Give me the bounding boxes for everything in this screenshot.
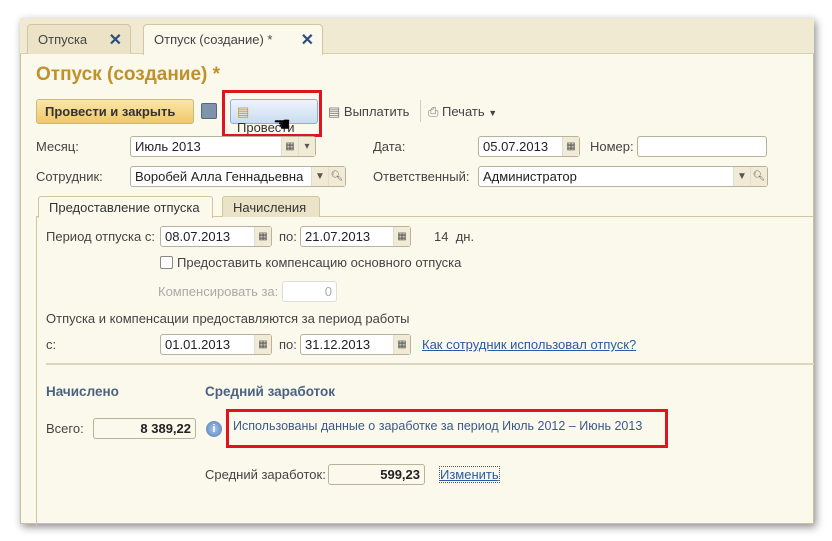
chevron-down-icon: ▼	[488, 108, 498, 118]
page-title: Отпуск (создание) *	[36, 64, 221, 85]
compensate-label: Компенсировать за:	[158, 284, 279, 299]
calendar-icon[interactable]: ▦	[562, 137, 579, 156]
change-average-link[interactable]: Изменить	[439, 466, 500, 483]
calendar-icon[interactable]: ▦	[254, 335, 271, 354]
work-from-label: с:	[46, 337, 57, 352]
search-icon[interactable]: 🔍︎	[328, 167, 345, 186]
leave-usage-link[interactable]: Как сотрудник использовал отпуск?	[422, 337, 636, 352]
calendar-icon[interactable]: ▦	[281, 137, 298, 156]
panel-border	[36, 216, 37, 526]
accrued-heading: Начислено	[46, 384, 119, 399]
tab-label: Отпуска	[38, 32, 88, 47]
print-button[interactable]: ⎙ Печать ▼	[428, 104, 497, 120]
printer-icon: ⎙	[428, 104, 439, 119]
pay-icon: ▤	[328, 104, 341, 119]
number-label: Номер:	[590, 139, 634, 154]
highlight-box	[226, 409, 668, 448]
print-label: Печать	[442, 104, 485, 119]
calendar-icon[interactable]: ▦	[393, 335, 410, 354]
total-label: Всего:	[46, 421, 84, 436]
search-icon[interactable]: 🔍︎	[750, 167, 767, 186]
info-icon: i	[206, 421, 222, 437]
average-field: 599,23	[328, 464, 425, 485]
month-label: Месяц:	[36, 139, 79, 154]
compensate-field[interactable]: 0	[282, 281, 337, 302]
chevron-down-icon[interactable]: ▼	[311, 167, 328, 186]
average-heading: Средний заработок	[205, 384, 336, 399]
toolbar-divider	[420, 100, 421, 122]
date-value: 05.07.2013	[483, 139, 549, 154]
subtab-leave[interactable]: Предоставление отпуска	[38, 196, 213, 218]
responsible-value: Администратор	[483, 169, 577, 184]
work-to-label: по:	[279, 337, 297, 352]
work-from-value: 01.01.2013	[165, 337, 231, 352]
chevron-down-icon[interactable]: ▾	[298, 137, 315, 156]
compensation-label: Предоставить компенсацию основного отпус…	[177, 255, 462, 270]
highlight-box	[222, 90, 322, 137]
pay-label: Выплатить	[343, 104, 410, 119]
chevron-down-icon[interactable]: ▼	[733, 167, 750, 186]
work-period-text: Отпуска и компенсации предоставляются за…	[46, 311, 410, 326]
period-from-value: 08.07.2013	[165, 229, 231, 244]
period-to-field[interactable]: 21.07.2013 ▦	[300, 226, 411, 247]
days-unit: дн.	[455, 229, 475, 244]
work-from-field[interactable]: 01.01.2013 ▦	[160, 334, 272, 355]
tab-strip	[20, 18, 814, 54]
separator	[46, 363, 814, 365]
month-field[interactable]: Июль 2013 ▦ ▾	[130, 136, 316, 157]
compensation-checkbox[interactable]	[160, 256, 173, 269]
date-label: Дата:	[373, 139, 406, 154]
pay-button[interactable]: ▤ Выплатить	[328, 104, 409, 120]
date-field[interactable]: 05.07.2013 ▦	[478, 136, 580, 157]
days-count: 14 дн.	[434, 229, 474, 244]
days-value: 14	[434, 229, 449, 244]
responsible-field[interactable]: Администратор ▼ 🔍︎	[478, 166, 768, 187]
average-label: Средний заработок:	[205, 467, 326, 482]
number-field[interactable]	[637, 136, 767, 157]
subtab-accruals[interactable]: Начисления	[222, 196, 320, 217]
work-to-field[interactable]: 31.12.2013 ▦	[300, 334, 411, 355]
calendar-icon[interactable]: ▦	[254, 227, 271, 246]
total-field: 8 389,22	[93, 418, 196, 439]
close-icon[interactable]: ✕	[109, 30, 122, 50]
work-to-value: 31.12.2013	[305, 337, 371, 352]
employee-field[interactable]: Воробей Алла Геннадьевна ▼ 🔍︎	[130, 166, 346, 187]
close-icon[interactable]: ✕	[301, 30, 314, 50]
tab-vacations[interactable]: Отпуска ✕	[27, 24, 131, 54]
tab-vacation-create[interactable]: Отпуск (создание) * ✕	[143, 24, 323, 55]
calendar-icon[interactable]: ▦	[393, 227, 410, 246]
employee-value: Воробей Алла Геннадьевна	[135, 169, 304, 184]
save-icon[interactable]	[201, 103, 217, 119]
window	[20, 18, 814, 524]
month-value: Июль 2013	[135, 139, 201, 154]
period-label: Период отпуска с:	[46, 229, 155, 244]
post-and-close-button[interactable]: Провести и закрыть	[36, 99, 194, 124]
period-to-value: 21.07.2013	[305, 229, 371, 244]
tab-label: Отпуск (создание) *	[154, 32, 273, 47]
period-to-label: по:	[279, 229, 297, 244]
responsible-label: Ответственный:	[373, 169, 470, 184]
employee-label: Сотрудник:	[36, 169, 103, 184]
period-from-field[interactable]: 08.07.2013 ▦	[160, 226, 272, 247]
